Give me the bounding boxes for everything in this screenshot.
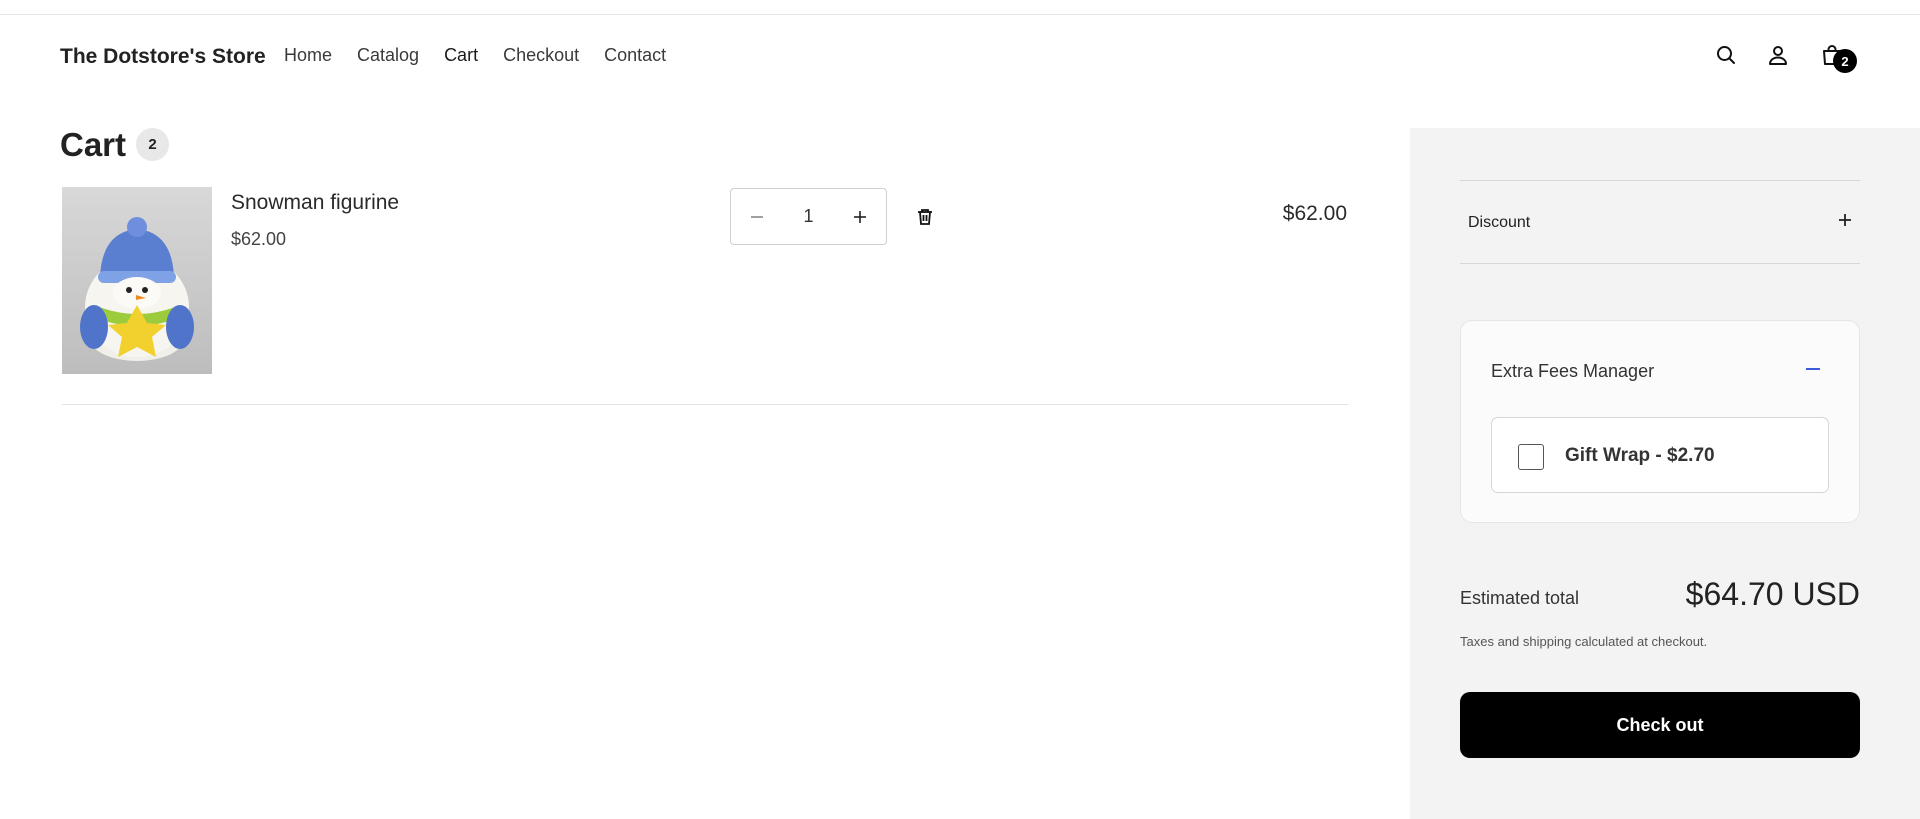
product-image[interactable]: [62, 187, 212, 374]
quantity-input[interactable]: [783, 189, 834, 244]
order-summary: Discount Extra Fees Manager Gift Wrap - …: [1410, 128, 1920, 819]
product-unit-price: $62.00: [231, 229, 287, 249]
cart-count-badge: 2: [1833, 49, 1857, 73]
gift-wrap-option[interactable]: Gift Wrap - $2.70: [1491, 417, 1829, 493]
item-divider: [62, 404, 1348, 405]
nav-home[interactable]: Home: [284, 45, 332, 66]
plus-icon: [854, 210, 866, 223]
quantity-stepper: [730, 188, 887, 245]
increase-quantity-button[interactable]: [834, 189, 886, 244]
site-header: The Dotstore's Store Home Catalog Cart C…: [0, 15, 1920, 97]
minus-icon: [751, 215, 763, 218]
page-title: Cart: [60, 126, 127, 163]
main-nav: Home Catalog Cart Checkout Contact: [284, 45, 691, 66]
store-brand[interactable]: The Dotstore's Store: [60, 45, 266, 69]
account-icon[interactable]: [1764, 41, 1792, 69]
collapse-minus-icon[interactable]: [1800, 359, 1826, 379]
nav-catalog[interactable]: Catalog: [357, 45, 419, 66]
tax-note: Taxes and shipping calculated at checkou…: [1460, 634, 1708, 649]
extra-fees-title[interactable]: Extra Fees Manager: [1491, 361, 1654, 382]
product-name[interactable]: Snowman figurine: [231, 191, 399, 215]
discount-label[interactable]: Discount: [1468, 214, 1530, 232]
nav-contact[interactable]: Contact: [604, 45, 666, 66]
plus-icon[interactable]: [1833, 208, 1857, 232]
discount-divider-bottom: [1460, 263, 1860, 264]
checkout-button[interactable]: Check out: [1460, 692, 1860, 758]
gift-wrap-label: Gift Wrap - $2.70: [1565, 445, 1715, 466]
nav-checkout[interactable]: Checkout: [503, 45, 579, 66]
search-icon[interactable]: [1712, 41, 1740, 69]
cart-count-bubble: 2: [136, 128, 169, 161]
trash-icon[interactable]: [914, 206, 936, 228]
line-total: $62.00: [1282, 202, 1347, 225]
decrease-quantity-button[interactable]: [731, 189, 783, 244]
discount-divider-top: [1460, 180, 1860, 181]
nav-cart[interactable]: Cart: [444, 45, 478, 66]
extra-fees-card: Extra Fees Manager Gift Wrap - $2.70: [1460, 320, 1860, 523]
estimated-total-value: $64.70 USD: [1685, 576, 1860, 612]
estimated-total-label: Estimated total: [1460, 588, 1580, 608]
gift-wrap-checkbox[interactable]: [1518, 444, 1544, 470]
